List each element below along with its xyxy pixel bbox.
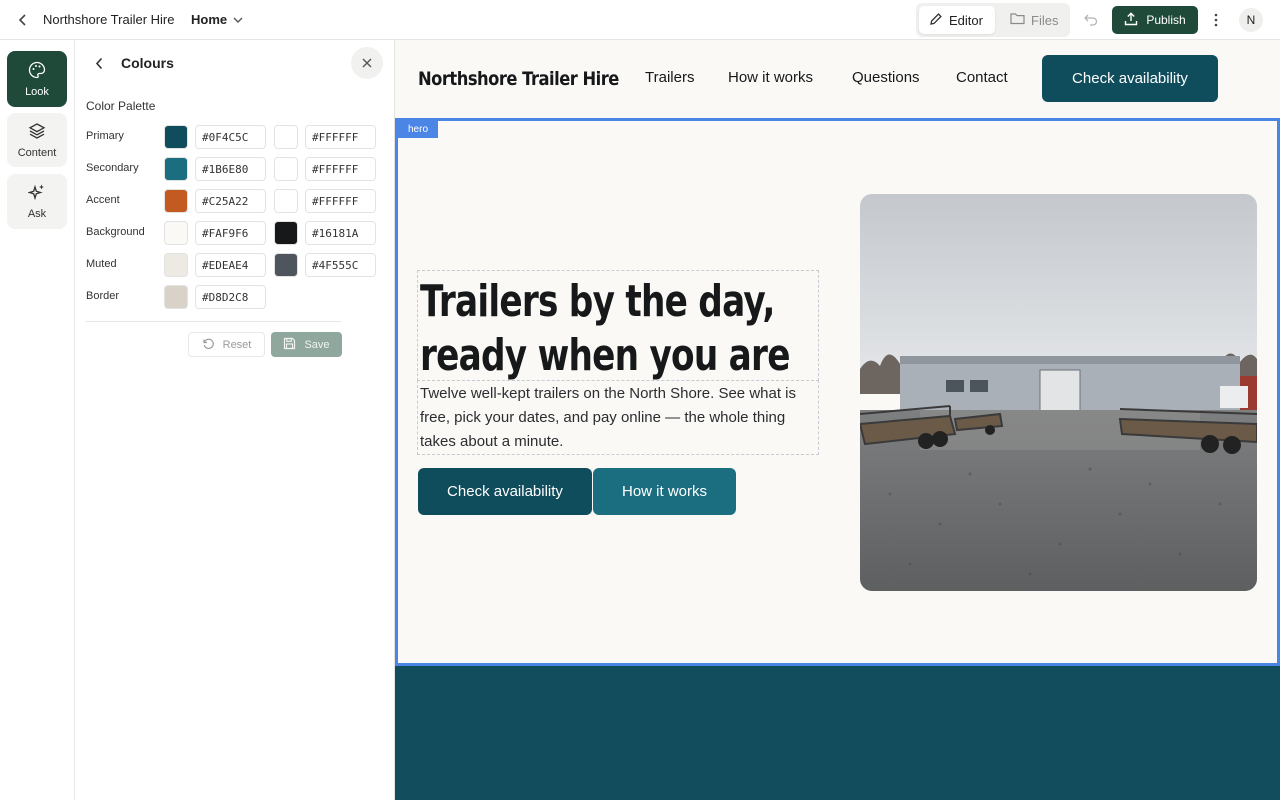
folder-icon <box>1010 12 1025 28</box>
rail-item-ask[interactable]: Ask <box>7 174 67 229</box>
more-options-icon[interactable] <box>1208 11 1224 29</box>
section-heading: Color Palette <box>86 99 156 113</box>
color-swatch[interactable] <box>164 125 188 149</box>
palette-row-label: Border <box>86 290 120 302</box>
rail-item-content-label: Content <box>17 146 57 159</box>
rail-item-content[interactable]: Content <box>7 113 67 167</box>
palette-row-primary: Primary #0F4C5C #FFFFFF <box>75 125 395 149</box>
foreground-color-swatch[interactable] <box>274 253 298 277</box>
top-bar: Northshore Trailer Hire Home Editor File… <box>0 0 1280 40</box>
palette-row-label: Muted <box>86 258 117 270</box>
avatar[interactable]: N <box>1239 8 1263 32</box>
next-section <box>395 666 1280 800</box>
foreground-color-swatch[interactable] <box>274 189 298 213</box>
sparkles-icon <box>27 183 46 204</box>
panel-back-icon[interactable] <box>91 54 107 72</box>
publish-label: Publish <box>1146 13 1186 27</box>
left-rail: Look Content Ask <box>0 40 75 800</box>
save-button[interactable]: Save <box>271 332 342 357</box>
rail-item-look[interactable]: Look <box>7 51 67 107</box>
palette-row-label: Primary <box>86 130 124 142</box>
undo-icon[interactable] <box>1082 11 1100 29</box>
hero-section[interactable]: hero Trailers by the day, ready when you… <box>395 118 1280 666</box>
foreground-hex-input[interactable]: #4F555C <box>305 253 376 277</box>
palette-row-label: Secondary <box>86 162 139 174</box>
rail-item-ask-label: Ask <box>27 208 47 220</box>
foreground-color-swatch[interactable] <box>274 125 298 149</box>
palette-icon <box>28 61 46 82</box>
palette-row-label: Background <box>86 226 145 238</box>
palette-row-secondary: Secondary #1B6E80 #FFFFFF <box>75 157 395 181</box>
trailer-lot-photo <box>860 194 1257 591</box>
pencil-icon <box>929 12 943 29</box>
panel-title: Colours <box>121 55 174 71</box>
save-icon <box>283 337 296 353</box>
palette-row-muted: Muted #EDEAE4 #4F555C <box>75 253 395 277</box>
headline-block[interactable]: Trailers by the day, ready when you are <box>417 270 819 381</box>
color-swatch[interactable] <box>164 285 188 309</box>
hex-input[interactable]: #0F4C5C <box>195 125 266 149</box>
divider <box>86 321 341 322</box>
site-header: Northshore Trailer Hire Trailers How it … <box>395 40 1280 118</box>
close-icon[interactable] <box>351 47 383 79</box>
colours-panel: Colours Color Palette Primary #0F4C5C #FFF… <box>75 40 395 800</box>
color-swatch[interactable] <box>164 221 188 245</box>
rail-item-look-label: Look <box>25 85 49 98</box>
foreground-color-swatch[interactable] <box>274 157 298 181</box>
hero-check-availability-button[interactable]: Check availability <box>418 468 592 515</box>
back-icon[interactable] <box>14 11 32 29</box>
hex-input[interactable]: #C25A22 <box>195 189 266 213</box>
hero-image[interactable] <box>860 194 1257 591</box>
mode-switch: Editor Files <box>916 3 1070 37</box>
hex-input[interactable]: #FAF9F6 <box>195 221 266 245</box>
foreground-hex-input[interactable]: #FFFFFF <box>305 125 376 149</box>
section-tag: hero <box>398 121 438 138</box>
nav-link-questions[interactable]: Questions <box>852 69 920 86</box>
foreground-hex-input[interactable]: #FFFFFF <box>305 157 376 181</box>
save-label: Save <box>304 338 330 351</box>
site-brand[interactable]: Northshore Trailer Hire <box>418 68 619 90</box>
page-selector[interactable]: Home <box>191 12 243 27</box>
palette-row-border: Border #D8D2C8 <box>75 285 395 309</box>
foreground-hex-input[interactable]: #FFFFFF <box>305 189 376 213</box>
layers-icon <box>28 122 46 143</box>
publish-button[interactable]: Publish <box>1112 6 1198 34</box>
files-tab-label: Files <box>1031 12 1059 28</box>
hero-subtext: Twelve well-kept trailers on the North S… <box>420 385 797 450</box>
foreground-hex-input[interactable]: #16181A <box>305 221 376 245</box>
editor-tab[interactable]: Editor <box>919 6 995 34</box>
hex-input[interactable]: #1B6E80 <box>195 157 266 181</box>
hero-headline: Trailers by the day, ready when you are <box>420 276 790 381</box>
editor-tab-label: Editor <box>949 12 983 28</box>
palette-row-background: Background #FAF9F6 #16181A <box>75 221 395 245</box>
subtext-block[interactable]: Twelve well-kept trailers on the North S… <box>417 380 819 455</box>
nav-link-contact[interactable]: Contact <box>956 69 1008 86</box>
hex-input[interactable]: #D8D2C8 <box>195 285 266 309</box>
palette-row-label: Accent <box>86 194 120 206</box>
nav-link-trailers[interactable]: Trailers <box>645 69 694 86</box>
foreground-color-swatch[interactable] <box>274 221 298 245</box>
color-swatch[interactable] <box>164 157 188 181</box>
palette-row-accent: Accent #C25A22 #FFFFFF <box>75 189 395 213</box>
page-selector-label: Home <box>191 12 228 27</box>
nav-link-how-it-works[interactable]: How it works <box>728 69 813 86</box>
site-preview: Northshore Trailer Hire Trailers How it … <box>395 40 1280 800</box>
nav-check-availability-button[interactable]: Check availability <box>1042 55 1218 102</box>
site-name: Northshore Trailer Hire <box>43 12 175 27</box>
upload-icon <box>1124 11 1138 29</box>
reset-button[interactable]: Reset <box>188 332 265 357</box>
files-tab[interactable]: Files <box>1000 6 1066 34</box>
color-swatch[interactable] <box>164 253 188 277</box>
color-swatch[interactable] <box>164 189 188 213</box>
reset-label: Reset <box>222 338 252 351</box>
chevron-down-icon <box>233 12 243 27</box>
hero-how-it-works-button[interactable]: How it works <box>593 468 736 515</box>
reset-icon <box>202 337 215 353</box>
hex-input[interactable]: #EDEAE4 <box>195 253 266 277</box>
